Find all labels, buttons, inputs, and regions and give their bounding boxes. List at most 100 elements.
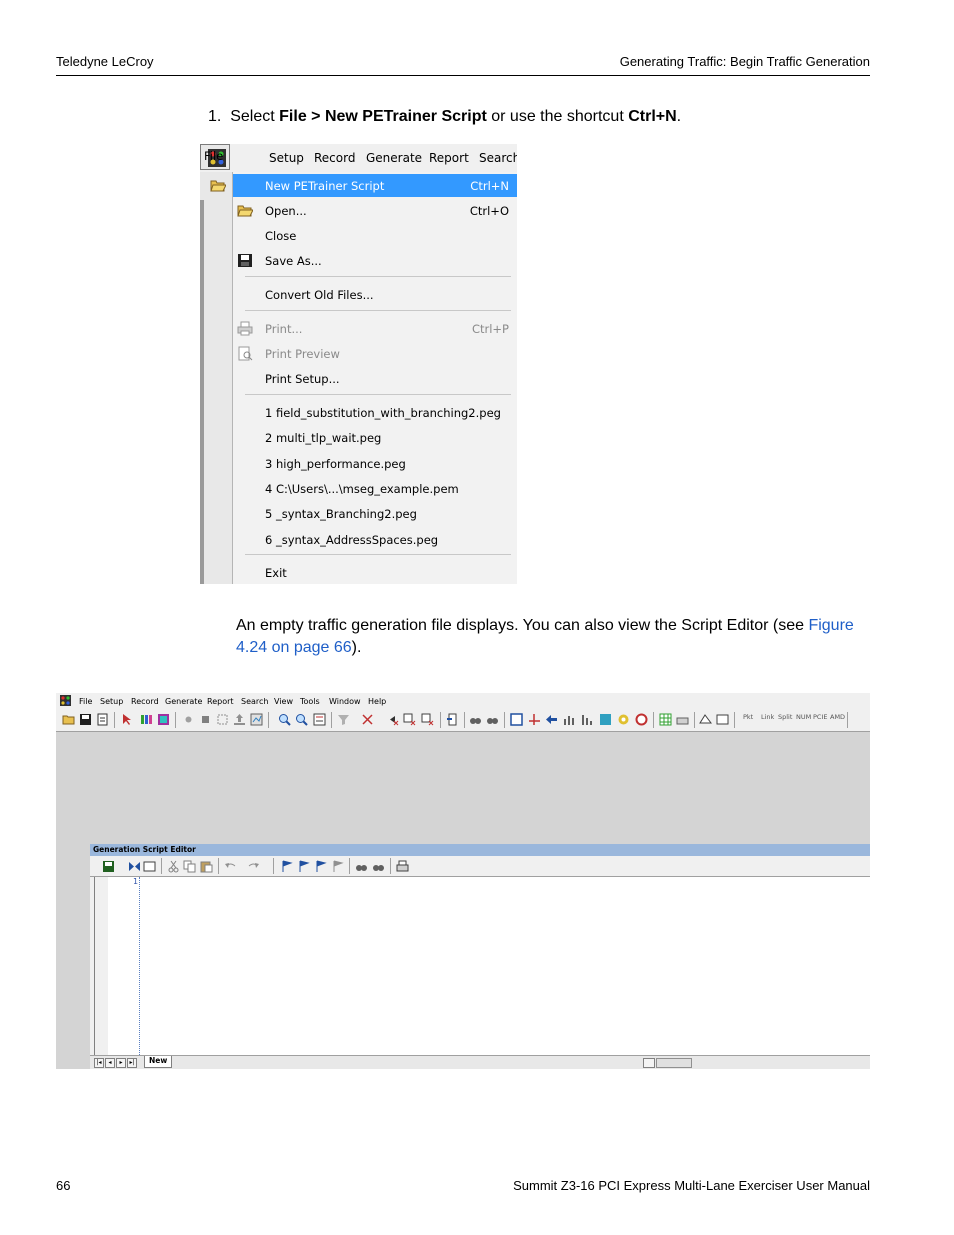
search-forward-icon[interactable] [403, 713, 416, 726]
pointer-icon[interactable] [120, 713, 133, 726]
copy-icon[interactable] [183, 860, 196, 873]
app-menu-generate[interactable]: Generate [165, 697, 202, 706]
line-number-divider [139, 877, 140, 1055]
stop-icon[interactable] [199, 713, 212, 726]
menu-item-recent-4[interactable]: 4 C:\Users\...\mseg_example.pem [233, 477, 517, 500]
record-icon[interactable] [182, 713, 195, 726]
save-disk-icon [238, 254, 252, 267]
tab-new[interactable]: New [144, 1056, 172, 1068]
document-edit-icon[interactable] [96, 713, 109, 726]
redo-icon[interactable] [247, 860, 260, 873]
app-menu-report[interactable]: Report [207, 697, 234, 706]
menu-item-recent-1[interactable]: 1 field_substitution_with_branching2.peg [233, 401, 517, 424]
menu-item-recent-3[interactable]: 3 high_performance.peg [233, 452, 517, 475]
menu-item-close[interactable]: Close [233, 224, 517, 247]
app-menu-file[interactable]: File [79, 697, 92, 706]
app-menu-view[interactable]: View [274, 697, 293, 706]
menu-item-exit[interactable]: Exit [233, 561, 517, 584]
find-next-icon[interactable] [486, 713, 499, 726]
zoom-in-icon[interactable] [278, 713, 291, 726]
menu-setup[interactable]: Setup [269, 151, 304, 165]
menu-item-print[interactable]: Print... Ctrl+P [233, 317, 517, 340]
lifesaver-icon[interactable] [635, 713, 648, 726]
ltssm-icon[interactable] [599, 713, 612, 726]
goto-icon[interactable] [446, 713, 459, 726]
device-icon[interactable] [699, 713, 712, 726]
editor-text-area[interactable]: 1 [94, 877, 870, 1055]
toolbar-pkt-button[interactable]: Pkt [743, 713, 753, 721]
toolbar-pcie-button[interactable]: PCIE [813, 713, 827, 721]
toolbar-link-button[interactable]: Link [761, 713, 774, 721]
editor-titlebar: Generation Script Editor [90, 844, 870, 856]
grid-icon[interactable] [659, 713, 672, 726]
menu-item-convert-old-files[interactable]: Convert Old Files... [233, 283, 517, 306]
clear-icon[interactable] [421, 713, 434, 726]
menu-generate[interactable]: Generate [366, 151, 422, 165]
tab-first-button[interactable]: |◂ [94, 1058, 104, 1068]
tab-prev-button[interactable]: ◂ [105, 1058, 115, 1068]
open-folder-icon[interactable] [62, 713, 75, 726]
menu-item-recent-5[interactable]: 5 _syntax_Branching2.peg [233, 502, 517, 525]
arrow-left-icon[interactable] [545, 713, 558, 726]
print-icon[interactable] [396, 860, 409, 873]
wrap-icon[interactable] [313, 713, 326, 726]
find-icon[interactable] [355, 860, 368, 873]
analyzer-icon[interactable] [157, 713, 170, 726]
undo-icon[interactable] [224, 860, 237, 873]
menu-item-open[interactable]: Open... Ctrl+O [233, 199, 517, 222]
toolbar-strip [200, 172, 233, 584]
save-icon[interactable] [79, 713, 92, 726]
find-icon[interactable] [469, 713, 482, 726]
bus-utilization-icon[interactable] [528, 713, 541, 726]
zoom-out-icon[interactable] [295, 713, 308, 726]
menu-item-new-petrainer-script[interactable]: New PETrainer Script Ctrl+N [233, 174, 517, 197]
menu-item-print-setup[interactable]: Print Setup... [233, 367, 517, 390]
scroll-left-button[interactable] [643, 1058, 655, 1068]
editor-save-icon[interactable] [102, 860, 115, 873]
toolbar-split-button[interactable]: Split [778, 713, 792, 721]
settings-icon[interactable] [617, 713, 630, 726]
horizontal-scrollbar-thumb[interactable] [656, 1058, 692, 1068]
display-options-icon[interactable] [510, 713, 523, 726]
menu-item-print-preview[interactable]: Print Preview [233, 342, 517, 365]
menu-separator [245, 554, 511, 555]
toolbar-separator [440, 712, 441, 728]
recording-options-icon[interactable] [216, 713, 229, 726]
tab-next-button[interactable]: ▸ [116, 1058, 126, 1068]
hide-icon[interactable] [361, 713, 374, 726]
menu-item-recent-6[interactable]: 6 _syntax_AddressSpaces.peg [233, 528, 517, 551]
bookmark-icon[interactable] [280, 860, 293, 873]
menu-item-save-as[interactable]: Save As... [233, 249, 517, 272]
app-menu-search[interactable]: Search [241, 697, 268, 706]
search-back-icon[interactable] [386, 713, 399, 726]
app-menu-help[interactable]: Help [368, 697, 386, 706]
open-folder-icon[interactable] [210, 178, 226, 192]
menu-search[interactable]: Search [479, 151, 517, 165]
editor-run-icon[interactable] [128, 860, 141, 873]
next-bookmark-icon[interactable] [297, 860, 310, 873]
prev-bookmark-icon[interactable] [314, 860, 327, 873]
traffic-icon[interactable] [140, 713, 153, 726]
upload-icon[interactable] [233, 713, 246, 726]
histogram-icon[interactable] [581, 713, 594, 726]
script-icon[interactable] [716, 713, 729, 726]
menu-record[interactable]: Record [314, 151, 355, 165]
app-menu-window[interactable]: Window [329, 697, 361, 706]
menu-item-recent-2[interactable]: 2 multi_tlp_wait.peg [233, 426, 517, 449]
paste-icon[interactable] [200, 860, 213, 873]
clear-bookmarks-icon[interactable] [331, 860, 344, 873]
app-menu-record[interactable]: Record [131, 697, 159, 706]
print-icon[interactable] [676, 713, 689, 726]
report-icon[interactable] [250, 713, 263, 726]
toolbar-num-button[interactable]: NUM [796, 713, 811, 721]
menu-report[interactable]: Report [429, 151, 469, 165]
app-menu-setup[interactable]: Setup [100, 697, 123, 706]
app-menu-tools[interactable]: Tools [300, 697, 320, 706]
replace-icon[interactable] [372, 860, 385, 873]
bar-chart-icon[interactable] [563, 713, 576, 726]
filter-icon[interactable] [337, 713, 350, 726]
toolbar-amd-button[interactable]: AMD [830, 713, 845, 721]
cut-icon[interactable] [167, 860, 180, 873]
tab-last-button[interactable]: ▸| [127, 1058, 137, 1068]
editor-compile-icon[interactable] [143, 860, 156, 873]
